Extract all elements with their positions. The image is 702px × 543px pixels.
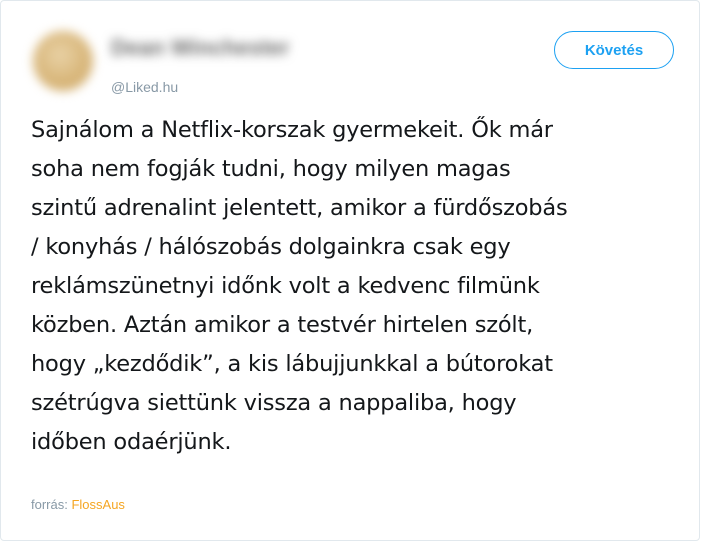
- display-name[interactable]: Dean Winchester: [111, 35, 351, 63]
- source-attribution: forrás: FlossAus: [31, 497, 125, 512]
- tweet-text-line: közben. Aztán amikor a testvér hirtelen …: [31, 312, 534, 338]
- follow-button[interactable]: Követés: [554, 31, 674, 69]
- source-label: forrás:: [31, 497, 68, 512]
- tweet-text-line: reklámszünetnyi időnk volt a kedvenc fil…: [31, 273, 540, 299]
- user-handle[interactable]: @Liked.hu: [111, 79, 178, 95]
- tweet-text-line: időben odaérjünk.: [31, 429, 232, 455]
- tweet-text-line: szétrúgva siettünk vissza a nappaliba, h…: [31, 390, 517, 416]
- tweet-text-line: soha nem fogják tudni, hogy milyen magas: [31, 156, 511, 182]
- tweet-text-line: hogy „kezdődik”, a kis lábujjunkkal a bú…: [31, 351, 553, 377]
- tweet-text-line: / konyhás / hálószobás dolgainkra csak e…: [31, 234, 511, 260]
- tweet-card: Dean Winchester @Liked.hu Követés Sajnál…: [0, 0, 700, 541]
- source-link[interactable]: FlossAus: [71, 497, 124, 512]
- tweet-text-line: szintű adrenalint jelentett, amikor a fü…: [31, 195, 568, 221]
- avatar[interactable]: [33, 31, 93, 91]
- tweet-text-line: Sajnálom a Netflix-korszak gyermekeit. Ő…: [31, 117, 553, 143]
- tweet-text: Sajnálom a Netflix-korszak gyermekeit. Ő…: [31, 111, 691, 462]
